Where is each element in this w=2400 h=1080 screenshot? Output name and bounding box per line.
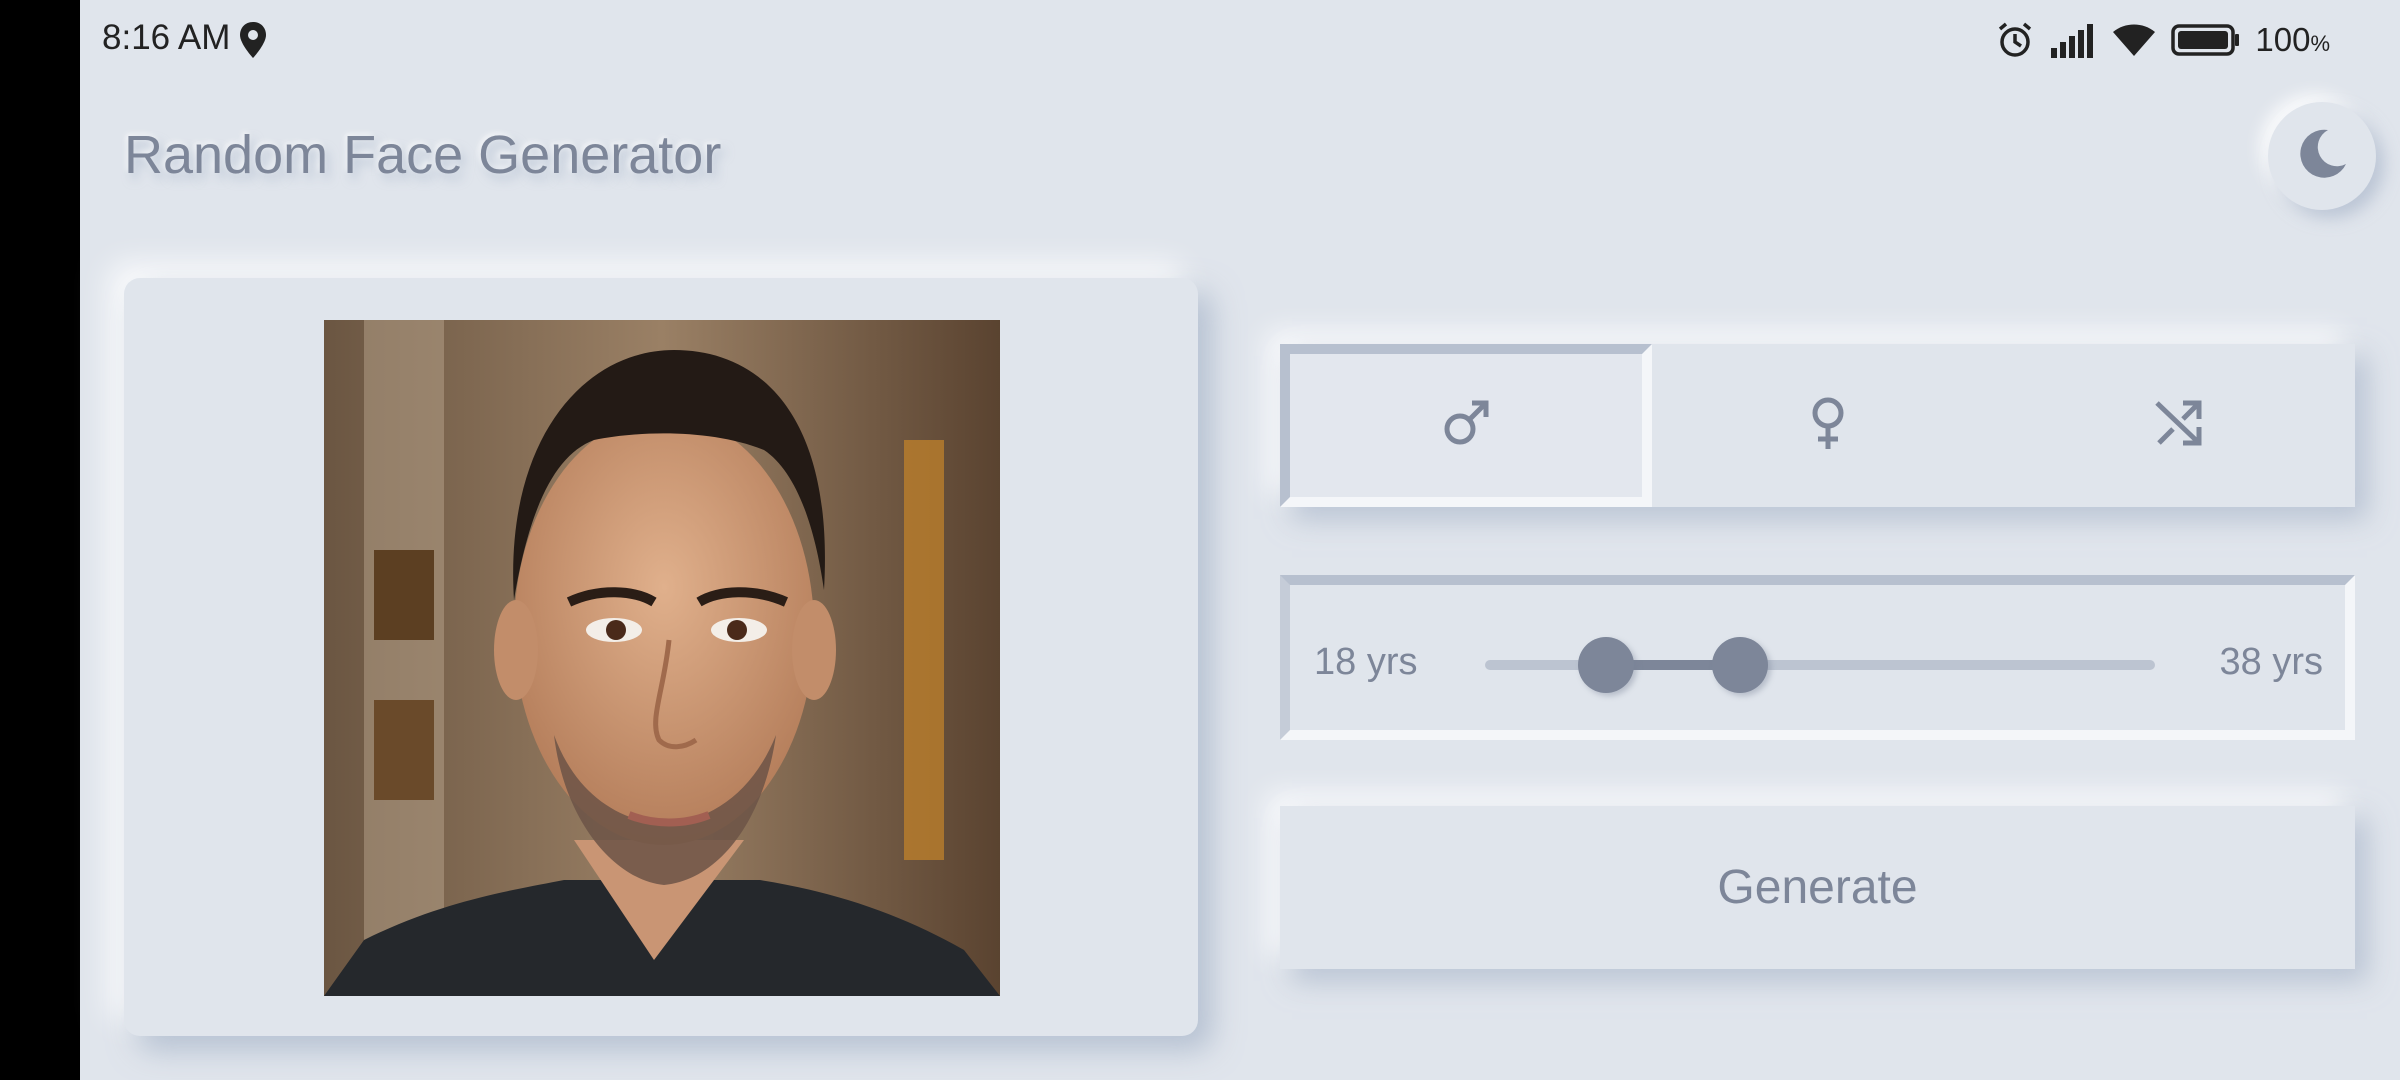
battery-icon: [2171, 23, 2241, 57]
battery-percent: 100%: [2255, 21, 2330, 58]
alarm-icon: [1995, 20, 2035, 60]
page-title: Random Face Generator: [124, 125, 722, 185]
gender-option-male[interactable]: [1280, 344, 1652, 507]
gender-selector: [1280, 344, 2355, 507]
signal-icon: [2049, 22, 2097, 58]
status-bar: 8:16 AM 100%: [80, 0, 2400, 80]
status-icons: 100%: [1995, 18, 2330, 62]
age-min-thumb[interactable]: [1577, 637, 1634, 693]
gender-option-random[interactable]: [2003, 344, 2355, 507]
female-icon: [1808, 395, 1848, 456]
shuffle-icon: [2153, 397, 2205, 454]
theme-toggle-button[interactable]: [2268, 102, 2376, 210]
image-card: [124, 278, 1198, 1036]
status-time: 8:16 AM: [102, 18, 231, 57]
wifi-icon: [2111, 22, 2157, 58]
age-range-panel: 18 yrs 38 yrs: [1280, 575, 2355, 740]
generated-face-image: [324, 320, 1000, 996]
male-icon: [1440, 397, 1492, 454]
system-black-bar: [0, 0, 80, 1080]
location-icon: [238, 20, 268, 60]
age-max-thumb[interactable]: [1711, 637, 1768, 693]
age-max-label: 38 yrs: [2219, 641, 2323, 683]
age-min-label: 18 yrs: [1314, 641, 1418, 683]
moon-icon: [2294, 126, 2350, 187]
gender-option-female[interactable]: [1652, 344, 2004, 507]
age-range-slider[interactable]: [1485, 637, 2155, 693]
generate-button[interactable]: Generate: [1280, 806, 2355, 969]
